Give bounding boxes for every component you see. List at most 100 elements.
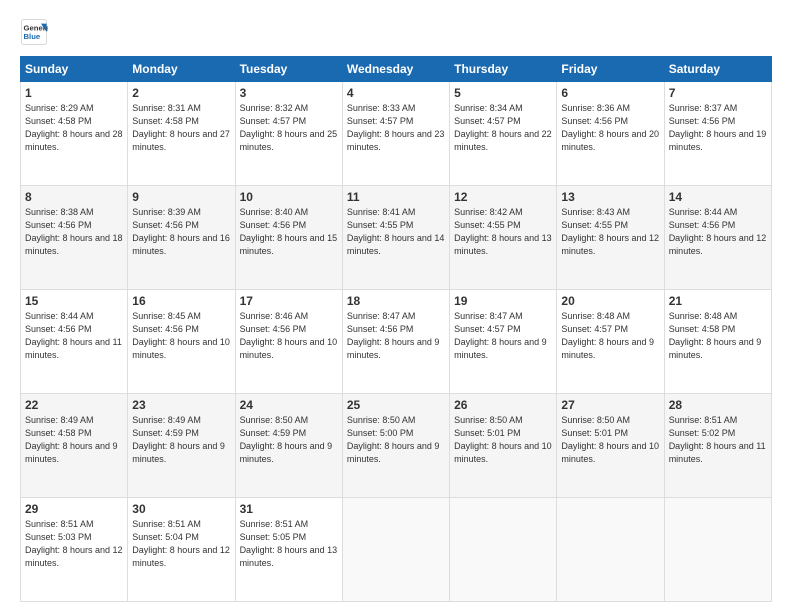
sunset-label: Sunset: 4:57 PM [454, 324, 521, 334]
daylight-label: Daylight: 8 hours and 9 minutes. [132, 441, 225, 464]
daylight-label: Daylight: 8 hours and 9 minutes. [347, 441, 440, 464]
day-number: 6 [561, 86, 659, 100]
day-number: 9 [132, 190, 230, 204]
calendar-day-cell: 17 Sunrise: 8:46 AM Sunset: 4:56 PM Dayl… [235, 290, 342, 394]
calendar-day-cell: 25 Sunrise: 8:50 AM Sunset: 5:00 PM Dayl… [342, 394, 449, 498]
day-info: Sunrise: 8:46 AM Sunset: 4:56 PM Dayligh… [240, 310, 338, 362]
sunset-label: Sunset: 4:56 PM [669, 220, 736, 230]
sunrise-label: Sunrise: 8:43 AM [561, 207, 630, 217]
daylight-label: Daylight: 8 hours and 12 minutes. [561, 233, 659, 256]
calendar-week-row: 1 Sunrise: 8:29 AM Sunset: 4:58 PM Dayli… [21, 82, 772, 186]
daylight-label: Daylight: 8 hours and 19 minutes. [669, 129, 767, 152]
day-number: 5 [454, 86, 552, 100]
day-info: Sunrise: 8:44 AM Sunset: 4:56 PM Dayligh… [669, 206, 767, 258]
daylight-label: Daylight: 8 hours and 9 minutes. [25, 441, 118, 464]
calendar-day-cell: 27 Sunrise: 8:50 AM Sunset: 5:01 PM Dayl… [557, 394, 664, 498]
daylight-label: Daylight: 8 hours and 18 minutes. [25, 233, 123, 256]
calendar-day-cell: 21 Sunrise: 8:48 AM Sunset: 4:58 PM Dayl… [664, 290, 771, 394]
day-number: 26 [454, 398, 552, 412]
daylight-label: Daylight: 8 hours and 12 minutes. [25, 545, 123, 568]
day-info: Sunrise: 8:47 AM Sunset: 4:56 PM Dayligh… [347, 310, 445, 362]
day-info: Sunrise: 8:33 AM Sunset: 4:57 PM Dayligh… [347, 102, 445, 154]
day-info: Sunrise: 8:51 AM Sunset: 5:03 PM Dayligh… [25, 518, 123, 570]
daylight-label: Daylight: 8 hours and 27 minutes. [132, 129, 230, 152]
daylight-label: Daylight: 8 hours and 10 minutes. [454, 441, 552, 464]
day-number: 14 [669, 190, 767, 204]
sunrise-label: Sunrise: 8:31 AM [132, 103, 201, 113]
calendar-day-cell: 5 Sunrise: 8:34 AM Sunset: 4:57 PM Dayli… [450, 82, 557, 186]
daylight-label: Daylight: 8 hours and 10 minutes. [561, 441, 659, 464]
sunset-label: Sunset: 4:58 PM [25, 428, 92, 438]
sunrise-label: Sunrise: 8:41 AM [347, 207, 416, 217]
daylight-label: Daylight: 8 hours and 9 minutes. [669, 337, 762, 360]
day-number: 21 [669, 294, 767, 308]
calendar-day-cell: 28 Sunrise: 8:51 AM Sunset: 5:02 PM Dayl… [664, 394, 771, 498]
calendar-day-cell: 19 Sunrise: 8:47 AM Sunset: 4:57 PM Dayl… [450, 290, 557, 394]
daylight-label: Daylight: 8 hours and 9 minutes. [454, 337, 547, 360]
calendar-day-cell: 10 Sunrise: 8:40 AM Sunset: 4:56 PM Dayl… [235, 186, 342, 290]
day-info: Sunrise: 8:47 AM Sunset: 4:57 PM Dayligh… [454, 310, 552, 362]
sunrise-label: Sunrise: 8:51 AM [132, 519, 201, 529]
sunrise-label: Sunrise: 8:50 AM [240, 415, 309, 425]
empty-cell [557, 498, 664, 602]
day-number: 2 [132, 86, 230, 100]
sunset-label: Sunset: 4:58 PM [25, 116, 92, 126]
calendar-week-row: 15 Sunrise: 8:44 AM Sunset: 4:56 PM Dayl… [21, 290, 772, 394]
daylight-label: Daylight: 8 hours and 12 minutes. [132, 545, 230, 568]
sunrise-label: Sunrise: 8:46 AM [240, 311, 309, 321]
day-number: 24 [240, 398, 338, 412]
sunset-label: Sunset: 4:55 PM [561, 220, 628, 230]
day-info: Sunrise: 8:49 AM Sunset: 4:58 PM Dayligh… [25, 414, 123, 466]
day-number: 30 [132, 502, 230, 516]
day-info: Sunrise: 8:40 AM Sunset: 4:56 PM Dayligh… [240, 206, 338, 258]
daylight-label: Daylight: 8 hours and 10 minutes. [132, 337, 230, 360]
day-info: Sunrise: 8:37 AM Sunset: 4:56 PM Dayligh… [669, 102, 767, 154]
calendar-day-cell: 29 Sunrise: 8:51 AM Sunset: 5:03 PM Dayl… [21, 498, 128, 602]
sunset-label: Sunset: 5:03 PM [25, 532, 92, 542]
sunrise-label: Sunrise: 8:33 AM [347, 103, 416, 113]
empty-cell [450, 498, 557, 602]
sunrise-label: Sunrise: 8:50 AM [347, 415, 416, 425]
header-wednesday: Wednesday [342, 57, 449, 82]
empty-cell [664, 498, 771, 602]
sunset-label: Sunset: 4:56 PM [240, 220, 307, 230]
daylight-label: Daylight: 8 hours and 9 minutes. [347, 337, 440, 360]
sunrise-label: Sunrise: 8:51 AM [669, 415, 738, 425]
sunset-label: Sunset: 4:56 PM [132, 220, 199, 230]
day-info: Sunrise: 8:50 AM Sunset: 5:00 PM Dayligh… [347, 414, 445, 466]
page: General Blue Sunday Monday Tuesday Wedne… [0, 0, 792, 612]
day-info: Sunrise: 8:50 AM Sunset: 5:01 PM Dayligh… [454, 414, 552, 466]
day-info: Sunrise: 8:42 AM Sunset: 4:55 PM Dayligh… [454, 206, 552, 258]
daylight-label: Daylight: 8 hours and 12 minutes. [669, 233, 767, 256]
sunrise-label: Sunrise: 8:36 AM [561, 103, 630, 113]
day-number: 4 [347, 86, 445, 100]
header-thursday: Thursday [450, 57, 557, 82]
day-info: Sunrise: 8:50 AM Sunset: 4:59 PM Dayligh… [240, 414, 338, 466]
day-number: 1 [25, 86, 123, 100]
calendar-day-cell: 23 Sunrise: 8:49 AM Sunset: 4:59 PM Dayl… [128, 394, 235, 498]
sunset-label: Sunset: 4:58 PM [132, 116, 199, 126]
day-number: 16 [132, 294, 230, 308]
sunset-label: Sunset: 4:56 PM [561, 116, 628, 126]
sunrise-label: Sunrise: 8:32 AM [240, 103, 309, 113]
day-number: 22 [25, 398, 123, 412]
empty-cell [342, 498, 449, 602]
header-saturday: Saturday [664, 57, 771, 82]
day-number: 19 [454, 294, 552, 308]
calendar-day-cell: 2 Sunrise: 8:31 AM Sunset: 4:58 PM Dayli… [128, 82, 235, 186]
svg-text:Blue: Blue [24, 32, 41, 41]
daylight-label: Daylight: 8 hours and 9 minutes. [240, 441, 333, 464]
day-number: 27 [561, 398, 659, 412]
calendar-day-cell: 6 Sunrise: 8:36 AM Sunset: 4:56 PM Dayli… [557, 82, 664, 186]
daylight-label: Daylight: 8 hours and 15 minutes. [240, 233, 338, 256]
weekday-header-row: Sunday Monday Tuesday Wednesday Thursday… [21, 57, 772, 82]
daylight-label: Daylight: 8 hours and 10 minutes. [240, 337, 338, 360]
day-info: Sunrise: 8:32 AM Sunset: 4:57 PM Dayligh… [240, 102, 338, 154]
sunset-label: Sunset: 4:57 PM [240, 116, 307, 126]
day-number: 25 [347, 398, 445, 412]
sunrise-label: Sunrise: 8:51 AM [240, 519, 309, 529]
day-number: 13 [561, 190, 659, 204]
sunset-label: Sunset: 4:57 PM [454, 116, 521, 126]
day-number: 15 [25, 294, 123, 308]
sunset-label: Sunset: 4:56 PM [347, 324, 414, 334]
